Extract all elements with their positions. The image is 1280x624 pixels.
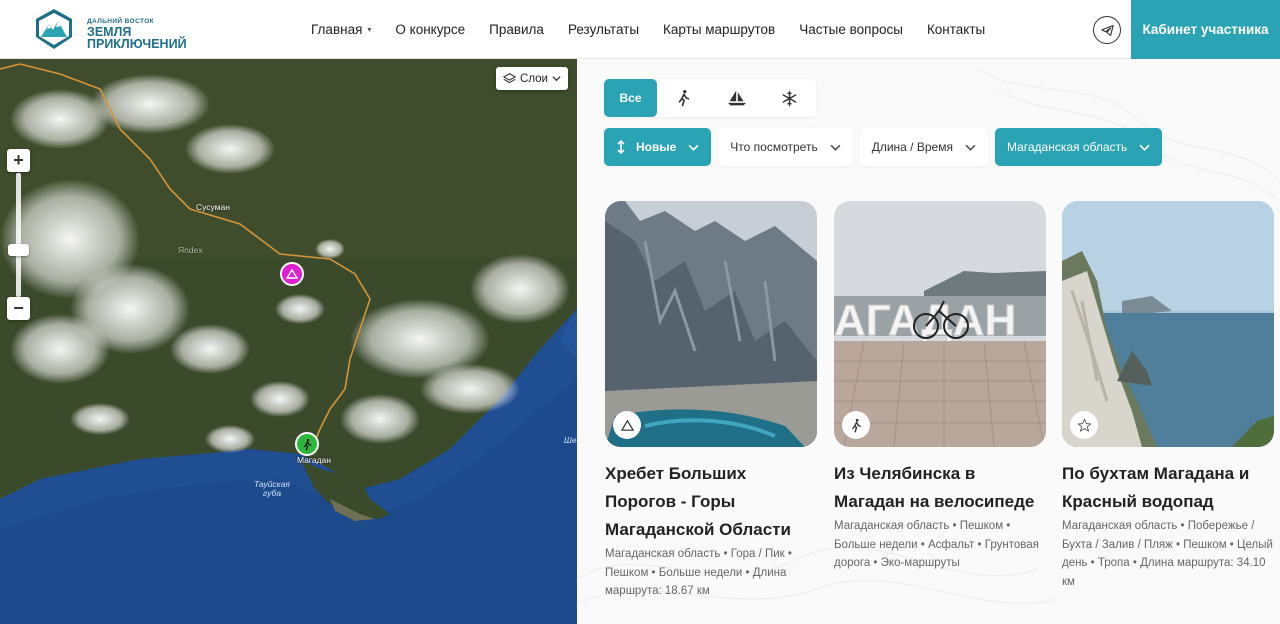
tab-winter[interactable]	[763, 79, 816, 117]
route-type-tabs: Все	[604, 79, 816, 117]
map-label-bay-line-2: губа	[262, 488, 282, 498]
route-card-title[interactable]: Из Челябинска в Магадан на велосипеде	[834, 460, 1046, 516]
chevron-down-icon	[688, 144, 699, 151]
chevron-down-icon	[830, 144, 841, 151]
mountain-icon	[620, 419, 634, 431]
magadan-sign-photo: АГАДАН	[834, 201, 1046, 447]
chevron-down-icon	[552, 76, 561, 82]
tab-hiking[interactable]	[657, 79, 710, 117]
zoom-in-button[interactable]: +	[7, 149, 30, 172]
route-type-badge	[842, 411, 870, 439]
what-to-see-label: Что посмотреть	[730, 140, 818, 154]
map-marker-hiking[interactable]	[295, 432, 319, 456]
logo-title: ЗЕМЛЯ ПРИКЛЮЧЕНИЙ	[87, 26, 187, 51]
zoom-out-button[interactable]: −	[7, 297, 30, 320]
tab-all[interactable]: Все	[604, 79, 657, 117]
zoom-slider[interactable]	[16, 173, 21, 297]
coast-photo	[1062, 201, 1274, 447]
map-marker-mountain[interactable]	[280, 262, 304, 286]
map-label-yandex: Яndex	[178, 245, 203, 255]
chevron-down-icon	[1139, 144, 1150, 151]
nav-item-about[interactable]: О конкурсе	[395, 22, 465, 37]
sailboat-icon	[727, 90, 746, 106]
map-label-magadan: Магадан	[297, 455, 331, 465]
site-logo[interactable]: ДАЛЬНИЙ ВОСТОК ЗЕМЛЯ ПРИКЛЮЧЕНИЙ	[32, 7, 202, 53]
nav-item-results[interactable]: Результаты	[568, 22, 639, 37]
snowflake-icon	[782, 90, 797, 106]
route-map[interactable]: Слои + − Сусуман Яndex Магадан Тауйская …	[0, 59, 577, 624]
nav-item-route-maps[interactable]: Карты маршрутов	[663, 22, 775, 37]
length-time-dropdown[interactable]: Длина / Время	[859, 128, 988, 166]
route-card-image[interactable]	[1062, 201, 1274, 447]
layers-label: Слои	[520, 72, 548, 85]
route-type-badge	[1070, 411, 1098, 439]
region-label: Магаданская область	[1006, 140, 1128, 154]
length-time-label: Длина / Время	[871, 140, 953, 154]
cabinet-button[interactable]: Кабинет участника	[1131, 0, 1280, 59]
satellite-map	[0, 59, 577, 624]
sort-icon	[617, 140, 625, 154]
zoom-slider-handle[interactable]	[8, 244, 29, 256]
star-icon	[1077, 418, 1091, 432]
route-card-title[interactable]: Хребет Больших Порогов - Горы Магаданско…	[605, 460, 817, 544]
routes-panel: Все Новые Что посмотреть Длина / Время М…	[577, 59, 1280, 624]
map-label-edge: Ше	[564, 435, 577, 445]
hiking-icon	[303, 438, 311, 451]
sort-dropdown[interactable]: Новые	[604, 128, 712, 166]
chevron-down-icon	[965, 144, 976, 151]
hiking-icon	[678, 89, 689, 107]
route-card[interactable]: Хребет Больших Порогов - Горы Магаданско…	[605, 201, 817, 601]
layers-icon	[503, 73, 517, 84]
region-dropdown[interactable]: Магаданская область	[994, 128, 1163, 166]
route-card-image[interactable]	[605, 201, 817, 447]
chevron-down-icon: ▾	[367, 25, 372, 34]
route-card-meta: Магаданская область • Гора / Пик • Пешко…	[605, 548, 792, 597]
hiking-icon	[851, 418, 861, 432]
telegram-icon	[1100, 24, 1114, 36]
mountain-icon	[286, 268, 298, 279]
layers-button[interactable]: Слои	[496, 67, 568, 90]
logo-mountain-icon	[36, 9, 72, 49]
nav-item-contacts[interactable]: Контакты	[927, 22, 985, 37]
site-header: ДАЛЬНИЙ ВОСТОК ЗЕМЛЯ ПРИКЛЮЧЕНИЙ Главная…	[0, 0, 1280, 59]
map-label-bay: Тауйская губа	[254, 480, 290, 498]
logo-subtitle: ДАЛЬНИЙ ВОСТОК	[87, 18, 155, 25]
nav-item-faq[interactable]: Частые вопросы	[799, 22, 903, 37]
what-to-see-dropdown[interactable]: Что посмотреть	[718, 128, 853, 166]
route-card-meta: Магаданская область • Побережье / Бухта …	[1062, 520, 1273, 588]
tab-water[interactable]	[710, 79, 763, 117]
nav-item-rules[interactable]: Правила	[489, 22, 544, 37]
route-card-meta: Магаданская область • Пешком • Больше не…	[834, 520, 1039, 569]
route-card[interactable]: По бухтам Магадана и Красный водопад Маг…	[1062, 201, 1274, 591]
sort-label: Новые	[636, 140, 677, 154]
map-label-susuman: Сусуман	[196, 202, 230, 212]
route-card-image[interactable]: АГАДАН	[834, 201, 1046, 447]
telegram-button[interactable]	[1093, 16, 1121, 44]
nav-item-label: Главная	[311, 22, 363, 37]
route-type-badge	[613, 411, 641, 439]
nav-item-home[interactable]: Главная ▾	[311, 22, 371, 37]
route-card-title[interactable]: По бухтам Магадана и Красный водопад	[1062, 460, 1274, 516]
mountain-photo	[605, 201, 817, 447]
filter-bar: Новые Что посмотреть Длина / Время Магад…	[604, 128, 1169, 166]
main-nav: Главная ▾ О конкурсе Правила Результаты …	[311, 0, 1009, 59]
route-card[interactable]: АГАДАН Из Челябинска в Магадан на велоси…	[834, 201, 1046, 573]
logo-title-line-2: ПРИКЛЮЧЕНИЙ	[87, 37, 187, 51]
